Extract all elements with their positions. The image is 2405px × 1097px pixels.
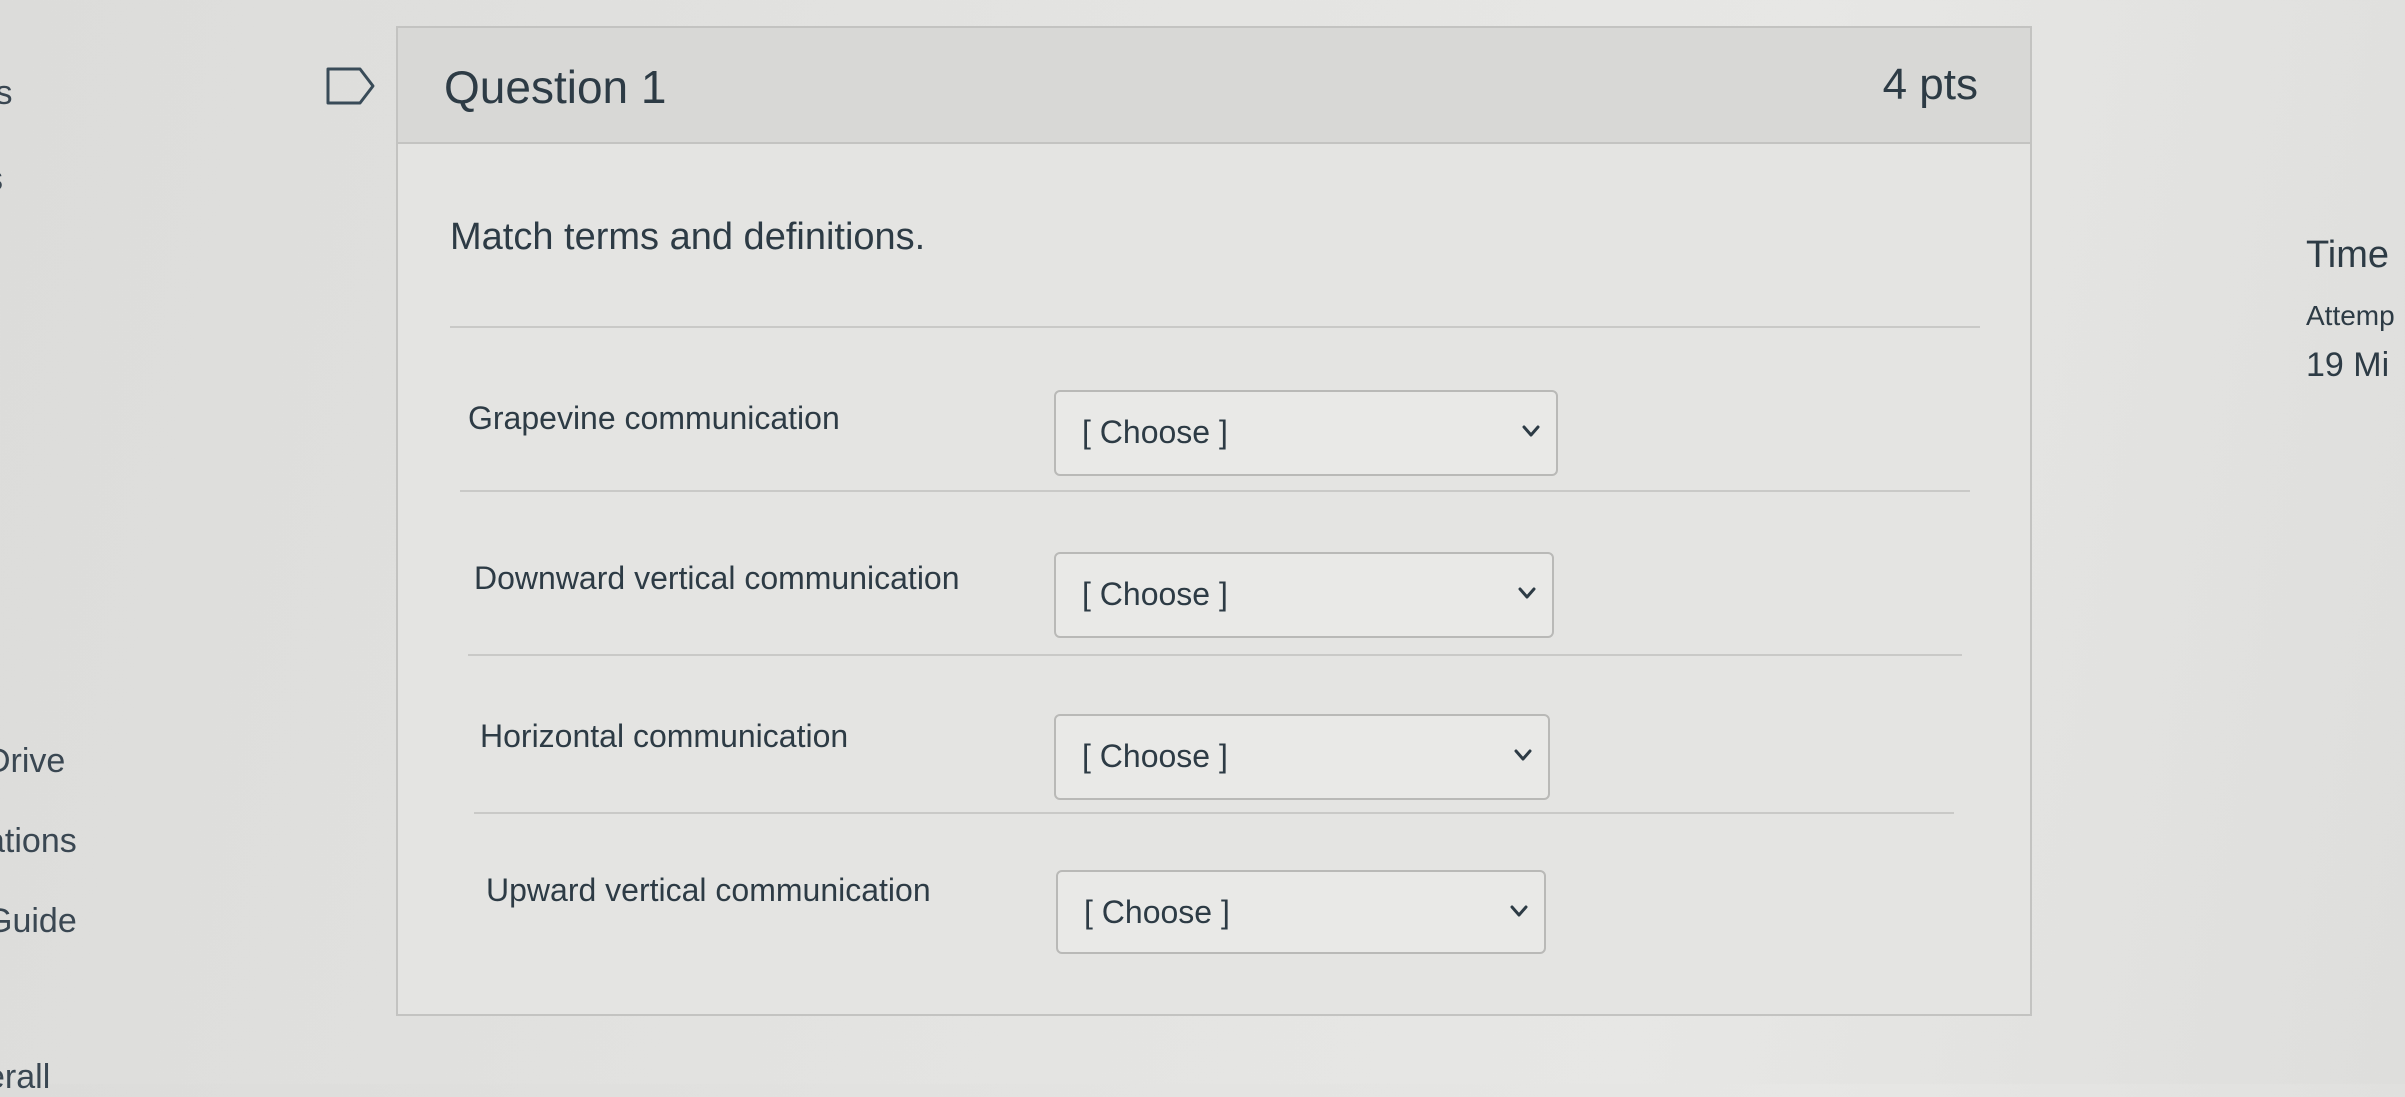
nav-item-1[interactable]: s xyxy=(0,160,3,199)
nav-item-overall[interactable]: erall xyxy=(0,1058,50,1097)
match-term: Downward vertical communication xyxy=(474,560,960,596)
match-term: Horizontal communication xyxy=(480,718,849,754)
chevron-down-icon xyxy=(1522,425,1540,437)
nav-item-0[interactable]: ts xyxy=(0,74,12,113)
match-row: Downward vertical communication [ Choose… xyxy=(398,528,2030,638)
divider xyxy=(450,326,1980,328)
match-term: Upward vertical communication xyxy=(486,872,931,908)
course-navigation: ts s Drive ations Guide erall xyxy=(0,0,140,1096)
divider xyxy=(460,490,1970,492)
nav-item-guide[interactable]: Guide xyxy=(0,902,77,941)
match-row: Grapevine communication [ Choose ] xyxy=(398,366,2030,476)
time-remaining: 19 Mi xyxy=(2306,346,2390,384)
match-row: Horizontal communication [ Choose ] xyxy=(398,688,2030,800)
answer-select[interactable]: [ Choose ] xyxy=(1054,390,1558,476)
question-card: Question 1 4 pts Match terms and definit… xyxy=(396,26,2032,1016)
select-value: [ Choose ] xyxy=(1082,576,1228,612)
nav-item-drive[interactable]: Drive xyxy=(0,742,65,781)
bookmark-flag-icon[interactable] xyxy=(326,66,376,106)
answer-select[interactable]: [ Choose ] xyxy=(1056,870,1546,954)
select-value: [ Choose ] xyxy=(1082,414,1228,450)
answer-select[interactable]: [ Choose ] xyxy=(1054,714,1550,800)
question-header: Question 1 4 pts xyxy=(398,28,2030,144)
select-value: [ Choose ] xyxy=(1084,894,1230,930)
divider xyxy=(468,654,1962,656)
time-label: Time xyxy=(2306,234,2390,276)
match-row: Upward vertical communication [ Choose ] xyxy=(398,844,2030,954)
question-title: Question 1 xyxy=(444,61,667,113)
chevron-down-icon xyxy=(1514,749,1532,761)
chevron-down-icon xyxy=(1518,587,1536,599)
match-term: Grapevine communication xyxy=(468,400,840,436)
attempt-label: Attemp xyxy=(2306,300,2395,331)
divider xyxy=(474,812,1954,814)
select-value: [ Choose ] xyxy=(1082,738,1228,774)
chevron-down-icon xyxy=(1510,905,1528,917)
answer-select[interactable]: [ Choose ] xyxy=(1054,552,1554,638)
question-points: 4 pts xyxy=(1882,60,1978,109)
nav-item-integrations[interactable]: ations xyxy=(0,822,77,861)
question-prompt: Match terms and definitions. xyxy=(450,216,926,258)
quiz-sidebar: Time Attemp 19 Mi xyxy=(2300,230,2405,430)
